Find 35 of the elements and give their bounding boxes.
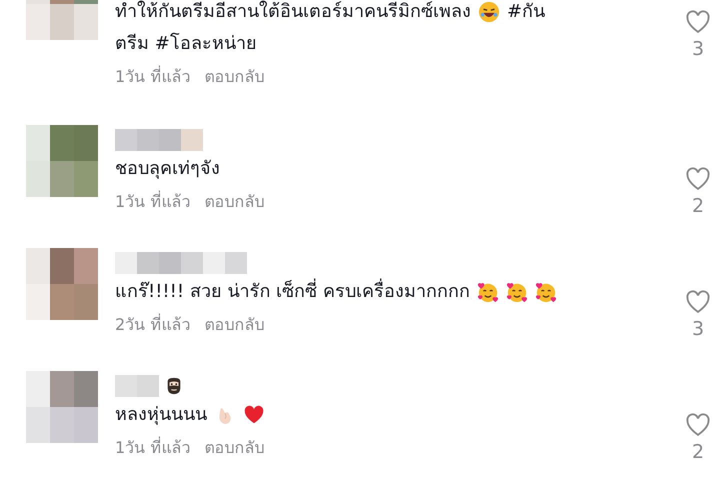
comment-text: ชอบลุคเท่ๆจัง	[115, 157, 220, 181]
smiling-face-hearts-icon	[476, 281, 499, 303]
like-button[interactable]	[684, 411, 712, 439]
heart-icon	[684, 165, 712, 193]
like-count: 3	[692, 38, 704, 60]
pixelated-avatar	[26, 248, 98, 320]
comment-text: ตรีม #โอละหน่าย	[115, 32, 257, 56]
like-button[interactable]	[684, 8, 712, 36]
like-count: 3	[692, 318, 704, 340]
laughing-emoji-icon	[478, 1, 500, 23]
reply-link[interactable]: ตอบกลับ	[204, 64, 264, 89]
like-count: 2	[692, 441, 704, 463]
smiling-face-hearts-icon	[506, 281, 528, 303]
comment-text: หลงหุ่นนนน	[115, 403, 207, 427]
like-button[interactable]	[684, 288, 712, 316]
smiling-face-hearts-icon	[534, 281, 557, 303]
comment-time: 1วัน ที่แล้ว	[115, 64, 190, 88]
pixelated-avatar	[26, 371, 98, 443]
like-count: 2	[692, 195, 704, 217]
comment-time: 1วัน ที่แล้ว	[115, 436, 190, 459]
reply-link[interactable]: ตอบกลับ	[204, 312, 264, 337]
comment-time: 2วัน ที่แล้ว	[115, 312, 190, 336]
comment-text: #กัน	[507, 0, 546, 24]
comment-text: ทำให้กันตรีมอีสานใต้อินเตอร์มาคนรีมิกซ์เพลง	[115, 0, 471, 24]
heart-icon	[684, 8, 712, 36]
reply-link[interactable]: ตอบกลับ	[204, 189, 264, 214]
heart-icon	[684, 288, 712, 316]
pixelated-username	[115, 375, 159, 397]
like-button[interactable]	[684, 165, 712, 193]
heart-emoji-icon	[243, 404, 265, 426]
pixelated-avatar	[26, 125, 98, 197]
comment-text: แกร๊!!!!! สวย น่ารัก เซ็กซี่ ครบเครื่องมากกกก	[115, 276, 470, 308]
reply-link[interactable]: ตอบกลับ	[204, 435, 264, 460]
comment-time: 1วัน ที่แล้ว	[115, 190, 190, 213]
heart-icon	[684, 411, 712, 439]
